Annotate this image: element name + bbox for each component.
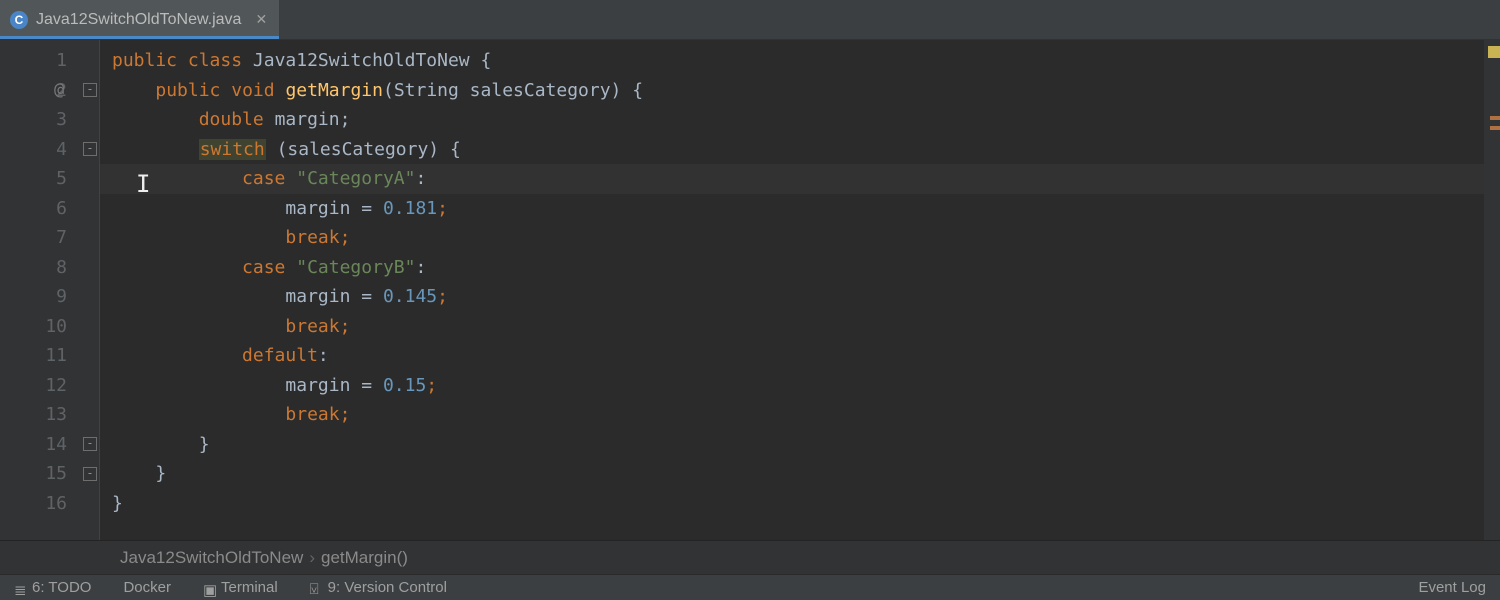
gutter-line: 8 — [0, 253, 99, 283]
terminal-icon: ▣ — [203, 581, 217, 595]
tab-bar: C Java12SwitchOldToNew.java ✕ — [0, 0, 1500, 40]
fold-icon[interactable]: - — [83, 142, 97, 156]
gutter-line: 5 — [0, 164, 99, 194]
overview-ruler[interactable] — [1484, 40, 1500, 540]
code-line: } — [100, 489, 1484, 519]
gutter-line: @ 2 - — [0, 76, 99, 106]
tool-window-bar: ≣6: TODO Docker ▣Terminal ⍌9: Version Co… — [0, 574, 1500, 600]
code-line: double margin; — [100, 105, 1484, 135]
override-icon[interactable]: @ — [54, 80, 64, 100]
code-line: default: — [100, 341, 1484, 371]
gutter: 1 @ 2 - 3 4 - 5 6 7 8 9 10 11 12 13 14 - — [0, 40, 100, 540]
fold-end-icon[interactable]: - — [83, 437, 97, 451]
tool-terminal[interactable]: ▣Terminal — [203, 579, 278, 596]
code-line: } — [100, 430, 1484, 460]
gutter-line: 3 — [0, 105, 99, 135]
fold-icon[interactable]: - — [83, 83, 97, 97]
tool-docker[interactable]: Docker — [123, 579, 171, 596]
breadcrumb[interactable]: Java12SwitchOldToNew › getMargin() — [0, 540, 1500, 574]
todo-icon: ≣ — [14, 581, 28, 595]
code-line: break; — [100, 223, 1484, 253]
editor-tab[interactable]: C Java12SwitchOldToNew.java ✕ — [0, 0, 279, 39]
gutter-line: 15 - — [0, 459, 99, 489]
gutter-line: 13 — [0, 400, 99, 430]
chevron-right-icon: › — [309, 548, 315, 568]
gutter-line: 9 — [0, 282, 99, 312]
ruler-mark[interactable] — [1490, 126, 1500, 130]
inspection-warning-icon[interactable] — [1488, 46, 1500, 58]
gutter-line: 4 - — [0, 135, 99, 165]
gutter-line: 6 — [0, 194, 99, 224]
gutter-line: 16 — [0, 489, 99, 519]
fold-end-icon[interactable]: - — [83, 467, 97, 481]
code-line: switch (salesCategory) { — [100, 135, 1484, 165]
close-icon[interactable]: ✕ — [249, 11, 267, 28]
ruler-mark[interactable] — [1490, 116, 1500, 120]
code-line: margin = 0.145; — [100, 282, 1484, 312]
breadcrumb-class[interactable]: Java12SwitchOldToNew — [120, 548, 303, 568]
gutter-line: 11 — [0, 341, 99, 371]
tool-vcs[interactable]: ⍌9: Version Control — [310, 579, 447, 596]
code-line: public class Java12SwitchOldToNew { — [100, 46, 1484, 76]
tab-label: Java12SwitchOldToNew.java — [36, 11, 241, 29]
gutter-line: 10 — [0, 312, 99, 342]
code-line: break; — [100, 400, 1484, 430]
code-area[interactable]: 𝙸 public class Java12SwitchOldToNew { pu… — [100, 40, 1484, 540]
gutter-line: 12 — [0, 371, 99, 401]
code-line: margin = 0.181; — [100, 194, 1484, 224]
code-line: case "CategoryA": — [100, 164, 1484, 194]
gutter-line: 14 - — [0, 430, 99, 460]
tool-event-log[interactable]: Event Log — [1418, 579, 1486, 596]
code-line: } — [100, 459, 1484, 489]
code-line: break; — [100, 312, 1484, 342]
vcs-icon: ⍌ — [310, 581, 324, 595]
java-class-icon: C — [10, 11, 28, 29]
gutter-line: 1 — [0, 46, 99, 76]
tool-todo[interactable]: ≣6: TODO — [14, 579, 91, 596]
gutter-line: 7 — [0, 223, 99, 253]
code-line: case "CategoryB": — [100, 253, 1484, 283]
code-line: margin = 0.15; — [100, 371, 1484, 401]
code-line: public void getMargin(String salesCatego… — [100, 76, 1484, 106]
breadcrumb-method[interactable]: getMargin() — [321, 548, 408, 568]
editor[interactable]: 1 @ 2 - 3 4 - 5 6 7 8 9 10 11 12 13 14 - — [0, 40, 1500, 540]
